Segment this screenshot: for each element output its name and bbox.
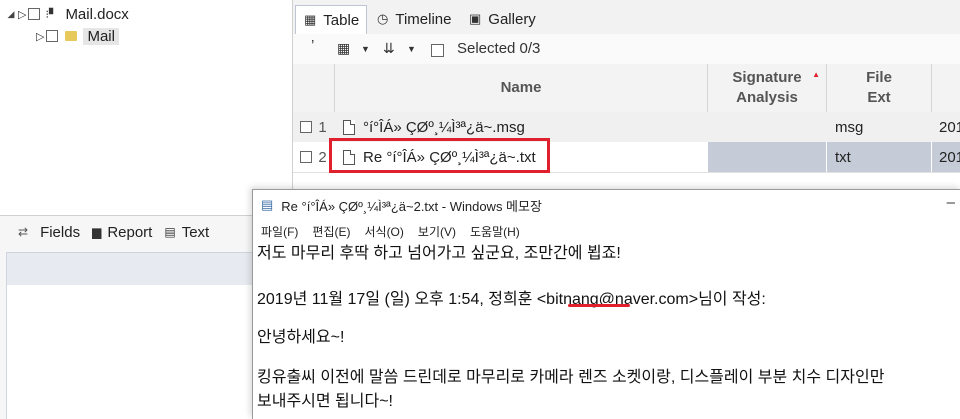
grid-header: Name Signature Analysis ▲ File Ext (293, 64, 960, 113)
chevron-down-icon[interactable]: ▼ (407, 44, 416, 54)
tree-node-child[interactable]: ▷ Mail (36, 26, 119, 46)
notepad-menubar: 파일(F) 편집(E) 서식(O) 보기(V) 도움말(H) (253, 220, 960, 242)
notepad-title: Re °í°ÎÁ» ÇØº¸¼Ì³ª¿ä~2.txt - Windows 메모장 (281, 198, 542, 214)
folder-icon (65, 31, 78, 41)
details-tabs: ⇄ Fields ▆ Report ▤ Text (0, 216, 252, 248)
notepad-icon: ▤ (261, 197, 274, 212)
expand-indicator-icon: ▷ (18, 8, 27, 21)
menu-file[interactable]: 파일(F) (261, 223, 298, 240)
text-line: 2019년 11월 17일 (일) 오후 1:54, 정희훈 <bitnang@… (257, 291, 766, 308)
menu-view[interactable]: 보기(V) (418, 223, 456, 240)
row-number-header (293, 64, 335, 112)
cell-ext: msg (835, 118, 864, 136)
tab-report[interactable]: ▆ Report (92, 224, 152, 241)
chevron-down-icon[interactable]: ▼ (361, 44, 370, 54)
document-node-icon: ⁝▘ (45, 8, 58, 21)
expand-indicator-icon: ▷ (36, 30, 45, 43)
column-header-next[interactable] (932, 64, 960, 112)
details-pane: ⇄ Fields ▆ Report ▤ Text (0, 215, 254, 419)
highlight-box (329, 138, 550, 173)
file-icon (343, 119, 355, 135)
tree-checkbox[interactable] (46, 30, 59, 42)
selection-count: Selected 0/3 (457, 40, 541, 57)
row-checkbox[interactable] (300, 151, 313, 163)
view-tabbar: ▦ Table ◷ Timeline ▣ Gallery (293, 0, 960, 35)
grid-toolbar: ’ ▦ ▼ ⇊ ▼ Selected 0/3 (293, 34, 960, 65)
tab-gallery[interactable]: ▣ Gallery (461, 5, 536, 33)
sort-icon[interactable]: ⇊ (383, 40, 395, 57)
evidence-tree: ◢ ▷ ⁝▘ Mail.docx ▷ Mail (0, 0, 293, 215)
quote-icon[interactable]: ’ (311, 37, 314, 54)
collapse-triangle-icon[interactable]: ◢ (4, 9, 18, 20)
cell-next: 201 (939, 118, 960, 136)
text-line: 킹유출씨 이전에 말씀 드린데로 마무리로 카메라 렌즈 소켓이랑, 디스플레이… (257, 369, 885, 386)
menu-format[interactable]: 서식(O) (364, 223, 403, 240)
minimize-icon[interactable]: – (947, 194, 955, 211)
tab-timeline[interactable]: ◷ Timeline (369, 5, 451, 33)
notepad-text-area[interactable]: 저도 마무리 후딱 하고 넘어가고 싶군요, 조만간에 뵙죠! 2019년 11… (257, 242, 960, 419)
cell-signature (708, 142, 826, 172)
text-icon: ▤ (164, 225, 176, 239)
row-index: 2 (318, 148, 327, 166)
details-header-band (6, 252, 254, 286)
column-header-signature[interactable]: Signature Analysis ▲ (708, 64, 827, 112)
sort-arrow-up-icon: ▲ (812, 70, 820, 79)
text-line: 저도 마무리 후딱 하고 넘어가고 싶군요, 조만간에 뵙죠! (257, 245, 621, 262)
report-icon: ▆ (92, 225, 102, 239)
tab-fields[interactable]: Fields (40, 224, 80, 241)
table-icon: ▦ (304, 12, 317, 27)
menu-help[interactable]: 도움말(H) (470, 223, 520, 240)
tab-table[interactable]: ▦ Table (295, 5, 367, 34)
cell-ext: txt (827, 142, 931, 172)
text-line: 보내주시면 됩니다~! (257, 393, 393, 410)
column-grid-icon[interactable]: ▦ (337, 40, 350, 57)
tree-checkbox[interactable] (28, 8, 41, 20)
tab-text[interactable]: ▤ Text (164, 224, 209, 241)
row-checkbox[interactable] (300, 121, 313, 133)
image-icon: ▣ (469, 11, 482, 26)
column-header-name[interactable]: Name (335, 64, 708, 112)
text-line: 안녕하세요~! (257, 329, 345, 346)
tree-node-label: Mail.docx (65, 5, 129, 23)
row-index: 1 (318, 118, 327, 136)
tree-node-label: Mail (83, 27, 119, 45)
menu-edit[interactable]: 편집(E) (312, 223, 350, 240)
link-icon: ⇄ (18, 225, 29, 239)
clock-icon: ◷ (377, 11, 389, 26)
notepad-titlebar[interactable]: ▤ Re °í°ÎÁ» ÇØº¸¼Ì³ª¿ä~2.txt - Windows 메… (253, 190, 960, 220)
details-content (6, 285, 253, 419)
column-header-ext[interactable]: File Ext (827, 64, 932, 112)
cell-next: 201 (932, 142, 960, 172)
select-all-checkbox[interactable] (431, 44, 444, 57)
tree-node-root[interactable]: ◢ ▷ ⁝▘ Mail.docx (4, 4, 129, 24)
email-underline (568, 304, 630, 307)
